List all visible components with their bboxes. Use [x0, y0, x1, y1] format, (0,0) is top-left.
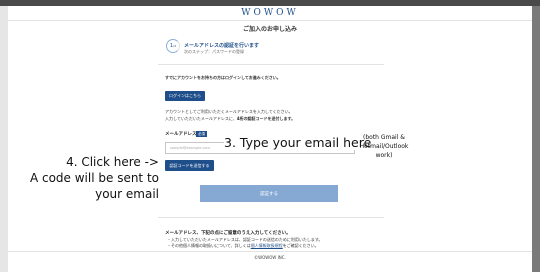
email-label: メールアドレス [165, 132, 197, 137]
step-divider [158, 64, 384, 65]
footer-bullet-2-suffix: をご確認ください。 [282, 243, 319, 248]
right-gutter [532, 6, 540, 272]
login-prompt: すでにアカウントをお持ちの方はログインしてお進みください。 [165, 75, 281, 80]
verify-button[interactable]: 認証する [200, 185, 338, 202]
instructions-line2-text: 入力していただいたメールアドレスに、 [165, 116, 237, 121]
footer-bullet-2: ・その他個人情報の取扱いについて、詳しくは個人情報取扱規程をご確認ください。 [167, 243, 319, 249]
annotation-email-note: (both Gmail & Hotmail/Outlook work) [359, 134, 409, 159]
annotation-click-line1: 4. Click here -> [66, 155, 159, 169]
send-code-button[interactable]: 認証コードを送信する [165, 160, 214, 171]
instructions-line2: 入力していただいたメールアドレスに、4桁の認証コードを送付します。 [165, 116, 295, 122]
instructions-line2-emphasis: 4桁の認証コードを送付します。 [236, 116, 296, 121]
header-divider [8, 20, 532, 21]
footer-divider [158, 217, 384, 218]
instructions-line1: アカウントとしてご利用いただくメールアドレスを入力してください。 [165, 109, 293, 114]
step-title: メールアドレスの認証を行います [184, 43, 260, 49]
footer-heading: メールアドレス、下記の点にご留意のうえ入力してください。 [165, 231, 291, 236]
left-gutter [0, 6, 8, 272]
annotation-click-here: 4. Click here -> A code will be sent to … [30, 154, 159, 202]
login-button[interactable]: ログインはこちら [165, 91, 205, 101]
step-progress-icon: 1/4 [166, 39, 180, 53]
wowow-logo[interactable]: WOWOW [8, 8, 532, 18]
step-total: /4 [173, 44, 177, 48]
annotation-click-line2: A code will be sent to [29, 171, 159, 185]
copyright-divider [8, 251, 532, 252]
copyright: ©WOWOW INC. [254, 255, 286, 260]
page-title: ご加入のお申し込み [242, 26, 297, 33]
step-subtitle: 次のステップ：パスワードの登録 [184, 49, 244, 54]
annotation-click-line3: your email [95, 187, 159, 201]
footer-bullet-2-text: ・その他個人情報の取扱いについて、詳しくは [167, 243, 251, 248]
required-badge: 必須 [196, 131, 207, 137]
annotation-type-email: 3. Type your email here [224, 135, 372, 150]
privacy-policy-link[interactable]: 個人情報取扱規程 [251, 243, 283, 248]
